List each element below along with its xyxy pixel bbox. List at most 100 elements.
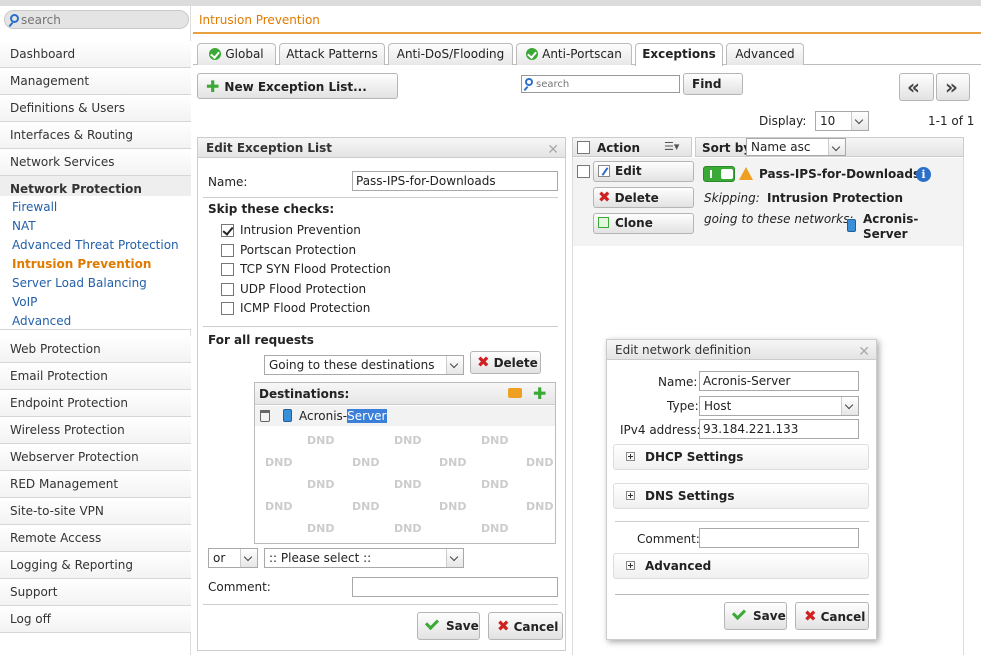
or-select[interactable]: or: [208, 548, 258, 568]
network-name[interactable]: Acronis- Server: [863, 212, 918, 242]
tab-attack-patterns[interactable]: Attack Patterns: [279, 43, 385, 65]
comment-input[interactable]: [352, 577, 558, 597]
delete-condition-button[interactable]: ✖ Delete: [470, 351, 541, 374]
sidebar-item-webserver-protection[interactable]: Webserver Protection: [0, 444, 191, 471]
cancel-icon: ✖: [497, 617, 510, 635]
trash-icon[interactable]: [260, 410, 270, 422]
next-page-button[interactable]: »: [936, 73, 970, 101]
clone-button[interactable]: Clone: [593, 213, 694, 234]
tab-exceptions[interactable]: Exceptions: [635, 43, 723, 66]
sidebar-item-management[interactable]: Management: [0, 68, 191, 95]
sidebar-item-remote-access[interactable]: Remote Access: [0, 525, 191, 552]
sidebar-subitem-intrusion-prevention[interactable]: Intrusion Prevention: [12, 256, 151, 272]
edit-button[interactable]: Edit: [593, 161, 694, 182]
select-value: Name asc: [751, 140, 811, 154]
sidebar-item-wireless-protection[interactable]: Wireless Protection: [0, 417, 191, 444]
net-cancel-button[interactable]: ✖ Cancel: [795, 602, 869, 630]
skip-check-checkbox[interactable]: [221, 282, 234, 296]
cancel-button[interactable]: ✖ Cancel: [488, 612, 563, 640]
for-all-requests-label: For all requests: [208, 333, 314, 347]
enabled-toggle[interactable]: [703, 166, 735, 182]
skip-check-checkbox[interactable]: [221, 263, 234, 276]
host-icon: [847, 219, 856, 232]
sidebar-item-red-management[interactable]: RED Management: [0, 471, 191, 498]
net-save-button[interactable]: Save: [724, 602, 787, 630]
destination-row[interactable]: Acronis-Server: [255, 406, 555, 426]
prev-page-button[interactable]: «: [899, 73, 934, 101]
destinations-box[interactable]: Destinations: ✚ Acronis-Server DND DND DND…: [254, 382, 556, 544]
ipv4-input[interactable]: [699, 419, 859, 439]
column-menu-icon[interactable]: ☰▾: [664, 140, 679, 153]
save-button[interactable]: Save: [417, 612, 480, 640]
dnd-watermark: DND: [352, 500, 380, 513]
list-search-box[interactable]: [521, 75, 680, 93]
tab-global[interactable]: Global: [197, 43, 276, 65]
sidebar-search[interactable]: [4, 10, 189, 29]
chevron-down-icon: [841, 397, 858, 415]
row-checkbox[interactable]: [577, 165, 590, 178]
button-label: Save: [446, 619, 479, 633]
destination-name-part: Acronis-: [299, 409, 348, 423]
dnd-watermark: DND: [265, 456, 293, 469]
condition-select[interactable]: :: Please select ::: [264, 548, 464, 568]
dnd-watermark: DND: [526, 500, 554, 513]
new-exception-list-button[interactable]: ✚ New Exception List...: [197, 73, 398, 99]
net-type-select[interactable]: Host: [699, 396, 859, 416]
exception-name-input[interactable]: [352, 171, 558, 191]
destination-mode-select[interactable]: Going to these destinations: [264, 355, 464, 375]
sidebar-item-dashboard[interactable]: Dashboard: [0, 41, 191, 68]
dns-settings-section[interactable]: DNS Settings: [613, 483, 869, 509]
delete-icon: ✖: [598, 188, 611, 206]
net-comment-input[interactable]: [699, 528, 859, 548]
display-select[interactable]: 10: [815, 111, 869, 131]
skip-checks-label: Skip these checks:: [208, 202, 335, 216]
sidebar-item-network-services[interactable]: Network Services: [0, 149, 191, 176]
skip-check-checkbox[interactable]: [221, 302, 234, 315]
name-label: Name:: [208, 175, 248, 189]
ok-icon: [526, 48, 539, 60]
exception-entry-name: Pass-IPS-for-Downloads: [759, 167, 921, 181]
tab-advanced[interactable]: Advanced: [726, 43, 804, 65]
delete-button[interactable]: ✖ Delete: [593, 187, 694, 208]
sidebar-item-support[interactable]: Support: [0, 579, 191, 606]
sidebar-subitem-voip[interactable]: VoIP: [12, 294, 37, 310]
sort-select[interactable]: Name asc: [746, 138, 846, 156]
list-search-input[interactable]: [536, 77, 676, 91]
dnd-watermark: DND: [307, 522, 335, 535]
skip-check-checkbox[interactable]: [221, 243, 234, 257]
info-icon[interactable]: i: [916, 167, 931, 182]
sidebar-item-logging-reporting[interactable]: Logging & Reporting: [0, 552, 191, 579]
sidebar-item-email-protection[interactable]: Email Protection: [0, 363, 191, 390]
divider: [203, 604, 558, 605]
tab-anti-dos[interactable]: Anti-DoS/Flooding: [388, 43, 513, 65]
page-range: 1-1 of 1: [928, 114, 975, 128]
add-destination-icon[interactable]: ✚: [533, 383, 546, 405]
sidebar-subitem-advanced[interactable]: Advanced: [12, 313, 71, 329]
net-name-input[interactable]: [699, 371, 859, 391]
sidebar-item-site-to-site-vpn[interactable]: Site-to-site VPN: [0, 498, 191, 525]
sidebar-item-endpoint-protection[interactable]: Endpoint Protection: [0, 390, 191, 417]
display-label: Display:: [759, 114, 807, 128]
sidebar-item-interfaces-routing[interactable]: Interfaces & Routing: [0, 122, 191, 149]
tab-anti-portscan[interactable]: Anti-Portscan: [516, 43, 632, 65]
dhcp-settings-section[interactable]: DHCP Settings: [613, 444, 869, 470]
skip-check-checkbox[interactable]: [221, 224, 234, 237]
search-input[interactable]: [21, 12, 181, 27]
sidebar-subitem-nat[interactable]: NAT: [12, 218, 36, 234]
sidebar-item-log-off[interactable]: Log off: [0, 606, 191, 633]
select-all-checkbox[interactable]: [577, 141, 590, 154]
button-label: Find: [692, 77, 722, 91]
sidebar-item-web-protection[interactable]: Web Protection: [0, 336, 191, 363]
page-title: Intrusion Prevention: [199, 13, 320, 27]
sidebar-item-definitions-users[interactable]: Definitions & Users: [0, 95, 191, 122]
going-networks-label: going to these networks:: [704, 212, 854, 226]
close-icon[interactable]: ✕: [547, 140, 559, 160]
select-value: Host: [704, 399, 732, 413]
sidebar-subitem-advanced-threat-protection[interactable]: Advanced Threat Protection: [12, 237, 179, 253]
sidebar-subitem-firewall[interactable]: Firewall: [12, 199, 57, 215]
find-button[interactable]: Find: [683, 73, 743, 95]
sidebar-subitem-server-load-balancing[interactable]: Server Load Balancing: [12, 275, 147, 291]
advanced-section[interactable]: Advanced: [613, 553, 869, 579]
close-icon[interactable]: ✕: [858, 342, 870, 362]
folder-icon[interactable]: [508, 388, 522, 398]
